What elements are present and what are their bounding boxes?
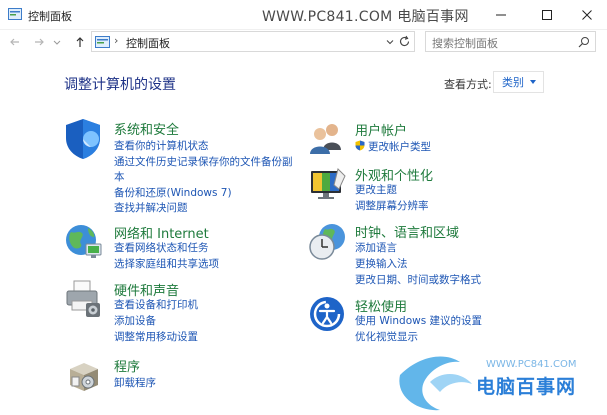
link-change-theme[interactable]: 更改主题 [355,182,397,197]
shield-icon [66,119,100,159]
link-devices-printers[interactable]: 查看设备和打印机 [114,297,198,312]
category-title[interactable]: 时钟、语言和区域 [355,222,459,241]
view-by-dropdown[interactable]: 类别 [493,71,544,93]
appearance-monitor-icon [311,168,346,199]
link-date-time-format[interactable]: 更改日期、时间或数字格式 [355,272,481,287]
caret-down-icon [530,80,536,84]
search-icon[interactable] [578,36,590,48]
control-panel-icon [95,36,110,48]
maximize-button[interactable] [527,0,567,30]
link-view-computer-status[interactable]: 查看你的计算机状态 [114,138,209,153]
navigation-bar: › 控制面板 搜索控制面板 [0,30,607,54]
category-clock-language-region: 时钟、语言和区域 添加语言 更换输入法 更改日期、时间或数字格式 [308,222,538,287]
recent-locations-button[interactable] [51,33,63,51]
back-button[interactable] [6,33,24,51]
link-network-status[interactable]: 查看网络状态和任务 [114,240,209,255]
category-ease-of-access: 轻松使用 使用 Windows 建议的设置 优化视觉显示 [308,295,538,345]
chevron-down-icon[interactable] [385,37,395,47]
link-uninstall-program[interactable]: 卸载程序 [114,375,156,390]
uac-shield-icon [355,140,365,151]
up-button[interactable] [71,33,89,51]
network-globe-icon [66,225,102,258]
link-label: 更改帐户类型 [368,141,431,153]
refresh-icon[interactable] [398,35,411,48]
clock-globe-icon [309,224,345,260]
view-by-value: 类别 [502,76,524,89]
category-user-accounts: 用户帐户 更改帐户类型 [308,120,538,160]
arrow-left-icon [10,38,19,46]
control-panel-icon [8,8,22,20]
search-placeholder: 搜索控制面板 [432,37,498,50]
link-screen-resolution[interactable]: 调整屏幕分辨率 [355,198,429,213]
ease-of-access-icon [310,297,344,331]
forward-button[interactable] [30,33,48,51]
chevron-down-icon [53,40,61,45]
arrow-right-icon [35,38,44,46]
maximize-icon [542,10,552,20]
link-add-language[interactable]: 添加语言 [355,240,397,255]
watermark-text: WWW.PC841.COM 电脑百事网 [262,9,469,25]
close-icon [582,10,592,20]
link-file-history-backup-wrap[interactable]: 本 [114,169,125,184]
programs-icon [70,363,98,391]
watermark-brand: 电脑百事网 [476,376,577,398]
address-bar[interactable]: › 控制面板 [91,31,415,52]
link-change-account-type[interactable]: 更改帐户类型 [355,139,431,154]
minimize-button[interactable] [481,0,521,30]
close-button[interactable] [567,0,607,30]
link-troubleshoot[interactable]: 查找并解决问题 [114,200,188,215]
breadcrumb-separator[interactable]: › [114,34,118,47]
link-mobility-settings[interactable]: 调整常用移动设置 [114,329,198,344]
page-title: 调整计算机的设置 [64,77,176,93]
category-title[interactable]: 用户帐户 [355,120,407,139]
category-appearance: 外观和个性化 更改主题 调整屏幕分辨率 [308,165,538,215]
link-optimize-visual-display[interactable]: 优化视觉显示 [355,329,418,344]
window-title: 控制面板 [28,10,72,23]
search-input[interactable]: 搜索控制面板 [425,31,596,52]
category-title[interactable]: 程序 [114,356,140,375]
link-recommended-settings[interactable]: 使用 Windows 建议的设置 [355,313,482,328]
watermark-url: WWW.PC841.COM [486,359,577,370]
breadcrumb-control-panel[interactable]: 控制面板 [126,35,170,51]
users-icon [310,124,341,154]
link-add-device[interactable]: 添加设备 [114,313,156,328]
category-programs: 程序 卸载程序 [64,355,294,400]
link-homegroup-sharing[interactable]: 选择家庭组和共享选项 [114,256,219,271]
printer-icon [66,280,100,317]
arrow-up-icon [76,37,84,47]
link-change-input-method[interactable]: 更换输入法 [355,256,408,271]
category-hardware-sound: 硬件和声音 查看设备和打印机 添加设备 调整常用移动设置 [64,279,294,344]
title-bar: 控制面板 WWW.PC841.COM 电脑百事网 [0,0,607,30]
category-system-security: 系统和安全 查看你的计算机状态 通过文件历史记录保存你的文件备份副 本 备份和还… [64,118,294,218]
category-title[interactable]: 系统和安全 [114,119,179,138]
link-backup-restore[interactable]: 备份和还原(Windows 7) [114,185,232,200]
link-file-history-backup[interactable]: 通过文件历史记录保存你的文件备份副 [114,154,293,169]
category-network-internet: 网络和 Internet 查看网络状态和任务 选择家庭组和共享选项 [64,222,294,272]
minimize-icon [496,14,506,16]
view-by-label: 查看方式: [444,78,492,91]
